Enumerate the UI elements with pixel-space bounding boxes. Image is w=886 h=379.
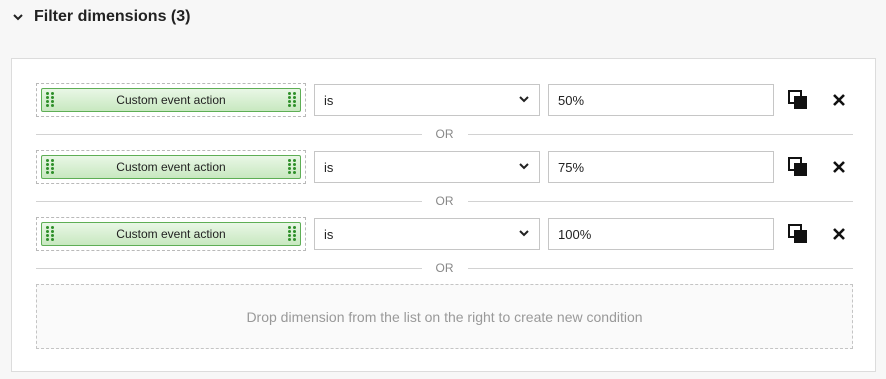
or-separator: OR [36, 261, 853, 275]
or-label: OR [435, 261, 454, 275]
dimension-label: Custom event action [116, 227, 226, 241]
drag-handle-icon[interactable] [288, 159, 296, 175]
copy-icon[interactable] [788, 157, 808, 177]
or-label: OR [435, 194, 454, 208]
operator-select[interactable]: is [314, 218, 540, 250]
dropzone-text: Drop dimension from the list on the righ… [246, 308, 643, 325]
operator-select[interactable]: is [314, 151, 540, 183]
dimension-chip[interactable]: Custom event action [41, 155, 301, 179]
condition-row: Custom event action is 100% [36, 217, 856, 251]
filter-panel: Custom event action is 50% OR Custom eve… [11, 58, 876, 372]
or-label: OR [435, 127, 454, 141]
chevron-down-icon [519, 163, 529, 170]
dimension-slot: Custom event action [36, 150, 306, 184]
condition-row: Custom event action is 75% [36, 150, 856, 184]
operator-value: is [324, 92, 334, 108]
value-text: 75% [558, 159, 585, 175]
value-input[interactable]: 100% [548, 218, 774, 250]
close-icon[interactable] [830, 91, 848, 109]
drag-handle-icon[interactable] [288, 226, 296, 242]
close-icon[interactable] [830, 158, 848, 176]
copy-icon[interactable] [788, 90, 808, 110]
dimension-chip[interactable]: Custom event action [41, 88, 301, 112]
drag-handle-icon[interactable] [46, 92, 54, 108]
drag-handle-icon[interactable] [288, 92, 296, 108]
section-header[interactable]: Filter dimensions (3) [10, 6, 190, 28]
drag-handle-icon[interactable] [46, 226, 54, 242]
value-input[interactable]: 50% [548, 84, 774, 116]
drag-handle-icon[interactable] [46, 159, 54, 175]
copy-icon[interactable] [788, 224, 808, 244]
or-separator: OR [36, 194, 853, 208]
dimension-chip[interactable]: Custom event action [41, 222, 301, 246]
operator-select[interactable]: is [314, 84, 540, 116]
chevron-down-icon [519, 96, 529, 103]
dimension-slot: Custom event action [36, 217, 306, 251]
condition-row: Custom event action is 50% [36, 83, 856, 117]
section-title: Filter dimensions (3) [34, 8, 191, 25]
dimension-slot: Custom event action [36, 83, 306, 117]
operator-value: is [324, 226, 334, 242]
value-text: 100% [558, 226, 592, 242]
or-separator: OR [36, 127, 853, 141]
close-icon[interactable] [830, 225, 848, 243]
dimension-dropzone[interactable]: Drop dimension from the list on the righ… [36, 284, 853, 349]
dimension-label: Custom event action [116, 93, 226, 107]
operator-value: is [324, 159, 334, 175]
value-text: 50% [558, 92, 585, 108]
chevron-down-icon[interactable] [10, 9, 26, 25]
value-input[interactable]: 75% [548, 151, 774, 183]
dimension-label: Custom event action [116, 160, 226, 174]
chevron-down-icon [519, 230, 529, 237]
